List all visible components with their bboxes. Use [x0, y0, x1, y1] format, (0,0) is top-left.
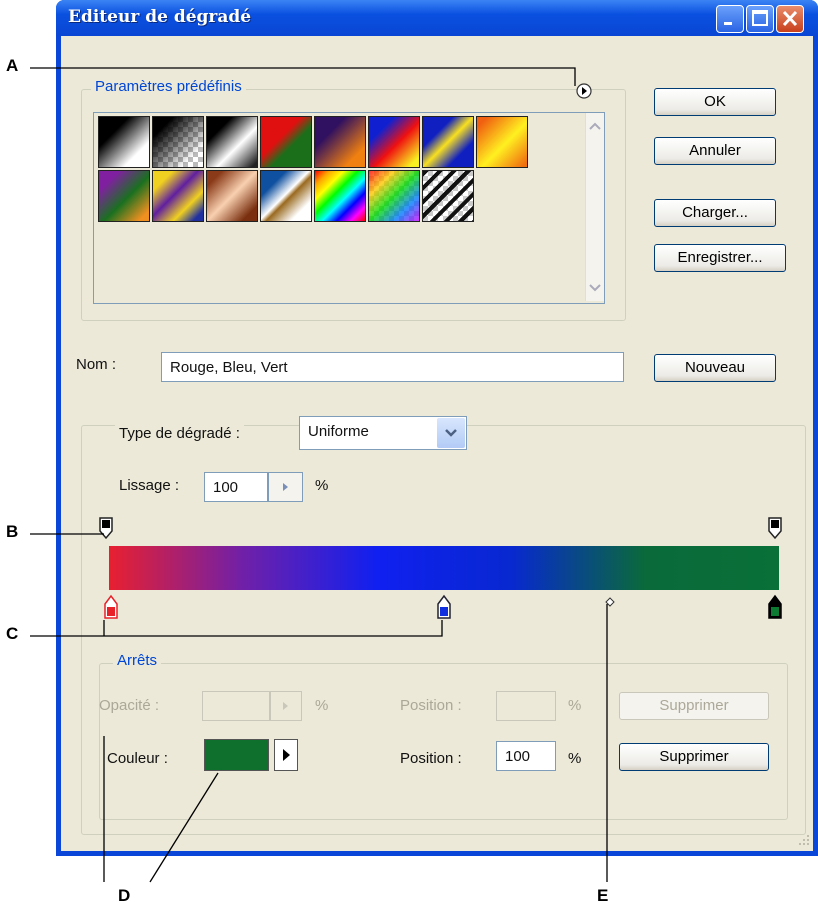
callout-line-a	[30, 67, 576, 86]
annotation-c: C	[6, 624, 19, 643]
callout-line-d2	[149, 772, 219, 883]
annotation-a: A	[6, 56, 19, 75]
callout-lines	[30, 67, 608, 883]
annotation-e: E	[597, 886, 609, 905]
annotation-d: D	[118, 886, 131, 905]
annotation-b: B	[6, 522, 19, 541]
callout-line-c	[30, 620, 443, 637]
